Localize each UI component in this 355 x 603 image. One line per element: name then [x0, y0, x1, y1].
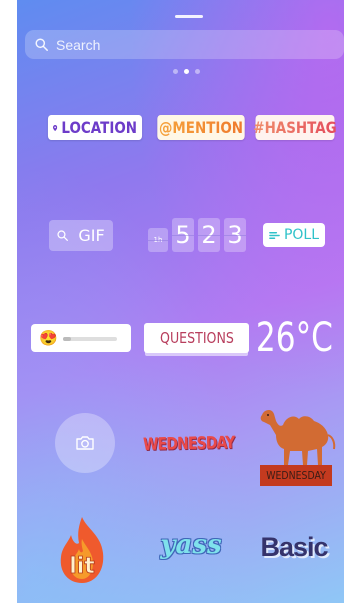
camel-label-text: WEDNESDAY	[266, 468, 326, 482]
slider-track	[63, 337, 117, 341]
lit-flame-sticker[interactable]: lit	[55, 515, 109, 585]
wednesday-text-label: WEDNESDAY	[143, 433, 235, 455]
questions-sticker-label: QUESTIONS	[159, 329, 234, 347]
search-icon	[57, 230, 69, 241]
slider-fill	[63, 337, 71, 341]
camel-label-banner: WEDNESDAY	[260, 464, 332, 486]
countdown-digit: 5	[172, 218, 194, 252]
countdown-prefix: 1h	[148, 228, 168, 252]
search-placeholder: Search	[56, 36, 101, 53]
heart-eyes-emoji-icon: 😍	[39, 329, 58, 347]
search-icon	[35, 38, 48, 51]
camel-sticker[interactable]: WEDNESDAY	[249, 402, 343, 488]
page-dot-1	[173, 69, 178, 74]
countdown-digit: 3	[224, 218, 246, 252]
search-field[interactable]: Search	[25, 30, 344, 59]
sticker-tray: Search LOCATION @MENTION #HASHTAG GIF 1h…	[17, 0, 344, 603]
basic-label: Basic	[260, 531, 328, 562]
gif-sticker-label: GIF	[78, 226, 105, 245]
countdown-sticker[interactable]: 1h 5 2 3	[142, 218, 252, 252]
camel-icon	[260, 409, 336, 465]
page-indicator	[173, 69, 200, 74]
hashtag-sticker[interactable]: #HASHTAG	[253, 115, 337, 140]
hashtag-sticker-label: #HASHTAG	[253, 118, 337, 137]
location-sticker[interactable]: LOCATION	[47, 115, 143, 140]
yass-label: yass	[160, 530, 222, 560]
camera-sticker[interactable]	[55, 413, 115, 473]
countdown-digit: 2	[198, 218, 220, 252]
flame-icon: lit	[60, 517, 104, 583]
drag-handle[interactable]	[175, 15, 203, 18]
lit-label: lit	[69, 554, 95, 579]
temperature-sticker[interactable]: 26°C	[251, 312, 337, 364]
wednesday-text-sticker[interactable]: WEDNESDAY	[141, 426, 237, 462]
camera-icon	[76, 436, 94, 450]
questions-sticker[interactable]: QUESTIONS	[144, 323, 249, 353]
poll-sticker-label: POLL	[283, 227, 320, 243]
gif-sticker[interactable]: GIF	[49, 220, 113, 251]
mention-sticker[interactable]: @MENTION	[157, 115, 245, 140]
yass-sticker[interactable]: yass	[148, 522, 234, 568]
location-sticker-label: LOCATION	[61, 118, 137, 137]
page-dot-3	[195, 69, 200, 74]
poll-lines-icon	[269, 231, 280, 239]
emoji-slider-sticker[interactable]: 😍	[31, 324, 131, 352]
poll-sticker[interactable]: POLL	[263, 223, 325, 247]
page-dot-2	[184, 69, 189, 74]
temperature-label: 26°C	[255, 315, 333, 361]
basic-sticker[interactable]: Basic	[256, 527, 332, 567]
location-pin-icon	[53, 124, 58, 131]
mention-sticker-label: @MENTION	[158, 118, 244, 137]
